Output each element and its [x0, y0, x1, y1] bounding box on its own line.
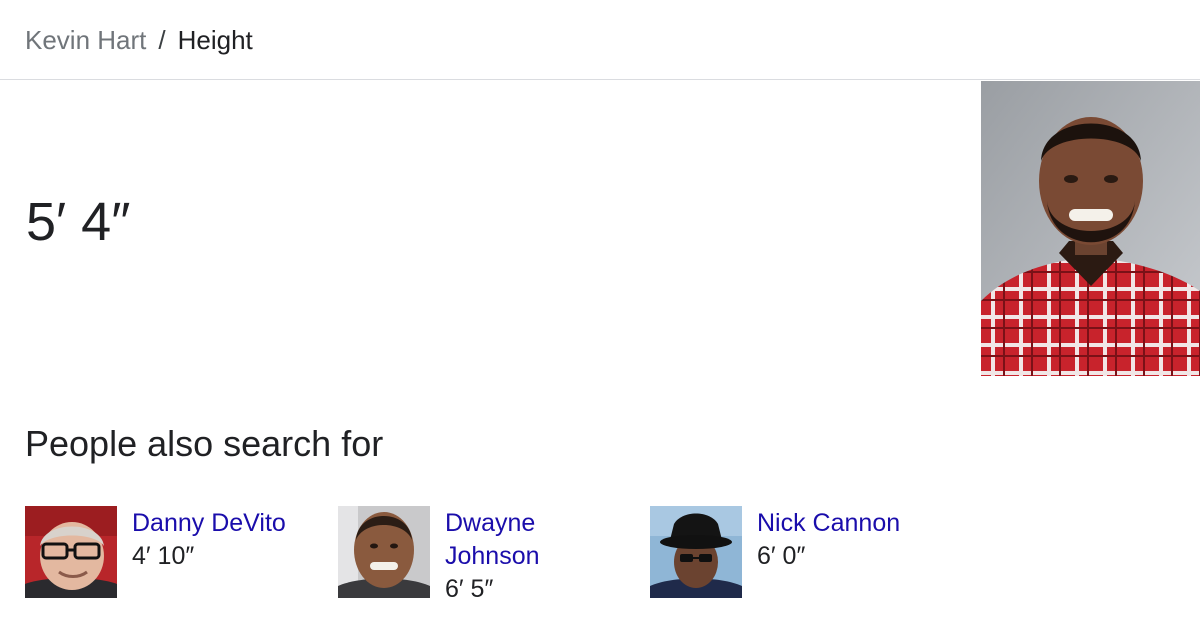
person-photo-icon — [25, 506, 117, 598]
breadcrumb-parent-link[interactable]: Kevin Hart — [25, 25, 146, 55]
person-name-link[interactable]: Nick Cannon — [757, 507, 937, 540]
person-height: 6′ 0″ — [757, 542, 806, 570]
main-person-photo[interactable] — [981, 81, 1200, 376]
breadcrumb-separator: / — [158, 25, 166, 55]
people-also-search-title: People also search for — [25, 423, 384, 464]
person-name-link[interactable]: Dwayne Johnson — [445, 507, 585, 573]
person-height: 4′ 10″ — [132, 542, 195, 570]
height-answer: 5′ 4″ — [26, 192, 131, 252]
breadcrumb-header: Kevin Hart / Height — [0, 0, 1200, 80]
knowledge-panel: Kevin Hart / Height 5′ 4″ People also se… — [0, 0, 1200, 633]
person-thumbnail[interactable] — [650, 506, 742, 598]
person-photo-icon — [338, 506, 430, 598]
person-thumbnail[interactable] — [25, 506, 117, 598]
person-info: Nick Cannon 6′ 0″ — [757, 507, 937, 573]
person-photo-icon — [981, 81, 1200, 376]
breadcrumb: Kevin Hart / Height — [25, 24, 253, 56]
person-info: Dwayne Johnson 6′ 5″ — [445, 507, 585, 606]
person-photo-icon — [650, 506, 742, 598]
person-thumbnail[interactable] — [338, 506, 430, 598]
person-name-link[interactable]: Danny DeVito — [132, 507, 312, 540]
person-height: 6′ 5″ — [445, 575, 494, 603]
person-info: Danny DeVito 4′ 10″ — [132, 507, 312, 573]
breadcrumb-current: Height — [177, 25, 253, 55]
